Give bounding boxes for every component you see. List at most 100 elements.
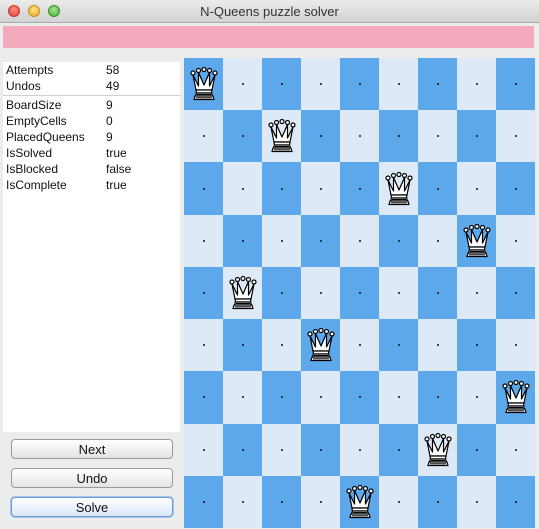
empty-cell-dot <box>202 500 205 503</box>
empty-cell-dot <box>514 83 517 86</box>
board-cell[interactable] <box>418 371 457 424</box>
board-cell[interactable] <box>379 266 418 320</box>
empty-cell-dot <box>397 239 400 242</box>
board-cell[interactable] <box>379 214 418 267</box>
board-cell[interactable] <box>301 110 340 163</box>
board-cell[interactable] <box>340 58 379 111</box>
board-cell[interactable] <box>184 423 223 476</box>
board-cell[interactable] <box>223 266 262 320</box>
next-button[interactable]: Next <box>11 439 173 459</box>
board-cell[interactable] <box>457 319 496 372</box>
board-cell[interactable] <box>340 371 379 424</box>
empty-cell-dot <box>280 500 283 503</box>
empty-cell-dot <box>514 448 517 451</box>
board-cell[interactable] <box>184 110 223 163</box>
board-cell[interactable] <box>301 475 340 528</box>
board-cell[interactable] <box>262 110 301 163</box>
board-cell[interactable] <box>262 319 301 372</box>
empty-cell-dot <box>436 83 439 86</box>
board-cell[interactable] <box>496 423 535 476</box>
board-cell[interactable] <box>301 214 340 267</box>
board-cell[interactable] <box>223 319 262 372</box>
board-cell[interactable] <box>340 423 379 476</box>
board-cell[interactable] <box>457 214 496 267</box>
board-cell[interactable] <box>496 110 535 163</box>
board-cell[interactable] <box>457 110 496 163</box>
board-cell[interactable] <box>457 475 496 528</box>
board-cell[interactable] <box>340 475 379 528</box>
board-cell[interactable] <box>418 319 457 372</box>
board-cell[interactable] <box>301 58 340 111</box>
board-cell[interactable] <box>262 266 301 320</box>
board-cell[interactable] <box>418 214 457 267</box>
empty-cell-dot <box>202 396 205 399</box>
board-cell[interactable] <box>262 162 301 215</box>
board-cell[interactable] <box>223 110 262 163</box>
board-cell[interactable] <box>184 58 223 111</box>
board-cell[interactable] <box>379 58 418 111</box>
board-cell[interactable] <box>262 214 301 267</box>
board-cell[interactable] <box>379 423 418 476</box>
board-cell[interactable] <box>301 371 340 424</box>
board-cell[interactable] <box>340 266 379 320</box>
stats-panel: Attempts 58 Undos 49 BoardSize 9 EmptyCe… <box>3 62 180 432</box>
board-cell[interactable] <box>301 423 340 476</box>
board-cell[interactable] <box>184 371 223 424</box>
board-cell[interactable] <box>379 319 418 372</box>
board-cell[interactable] <box>340 162 379 215</box>
empty-cell-dot <box>514 500 517 503</box>
board-cell[interactable] <box>262 475 301 528</box>
board-cell[interactable] <box>301 319 340 372</box>
board-cell[interactable] <box>496 58 535 111</box>
board-cell[interactable] <box>418 266 457 320</box>
board-cell[interactable] <box>184 162 223 215</box>
board-cell[interactable] <box>340 110 379 163</box>
board-cell[interactable] <box>496 371 535 424</box>
board-cell[interactable] <box>223 58 262 111</box>
board-cell[interactable] <box>457 423 496 476</box>
board-cell[interactable] <box>496 214 535 267</box>
board-cell[interactable] <box>184 266 223 320</box>
board-cell[interactable] <box>496 266 535 320</box>
empty-cell-dot <box>358 396 361 399</box>
empty-cell-dot <box>514 344 517 347</box>
board-cell[interactable] <box>223 371 262 424</box>
board-cell[interactable] <box>340 214 379 267</box>
board-cell[interactable] <box>301 162 340 215</box>
board-cell[interactable] <box>457 266 496 320</box>
board-cell[interactable] <box>184 214 223 267</box>
board-cell[interactable] <box>223 475 262 528</box>
board-cell[interactable] <box>223 423 262 476</box>
board-cell[interactable] <box>223 214 262 267</box>
undo-button[interactable]: Undo <box>11 468 173 488</box>
board-cell[interactable] <box>457 58 496 111</box>
board-cell[interactable] <box>418 162 457 215</box>
board-cell[interactable] <box>184 475 223 528</box>
board-cell[interactable] <box>379 162 418 215</box>
board-cell[interactable] <box>496 475 535 528</box>
board-cell[interactable] <box>457 371 496 424</box>
board-cell[interactable] <box>418 475 457 528</box>
empty-cell-dot <box>358 187 361 190</box>
white-queen-icon <box>462 223 492 259</box>
board-cell[interactable] <box>262 58 301 111</box>
board-cell[interactable] <box>496 162 535 215</box>
board-cell[interactable] <box>262 423 301 476</box>
board-cell[interactable] <box>301 266 340 320</box>
white-queen-icon <box>384 171 414 207</box>
board-cell[interactable] <box>457 162 496 215</box>
empty-cell-dot <box>475 396 478 399</box>
board-cell[interactable] <box>418 423 457 476</box>
board-cell[interactable] <box>418 110 457 163</box>
board-cell[interactable] <box>496 319 535 372</box>
board-cell[interactable] <box>379 475 418 528</box>
empty-cell-dot <box>475 448 478 451</box>
board-cell[interactable] <box>418 58 457 111</box>
board-cell[interactable] <box>379 371 418 424</box>
board-cell[interactable] <box>379 110 418 163</box>
board-cell[interactable] <box>223 162 262 215</box>
board-cell[interactable] <box>184 319 223 372</box>
board-cell[interactable] <box>262 371 301 424</box>
solve-button[interactable]: Solve <box>11 497 173 517</box>
board-cell[interactable] <box>340 319 379 372</box>
